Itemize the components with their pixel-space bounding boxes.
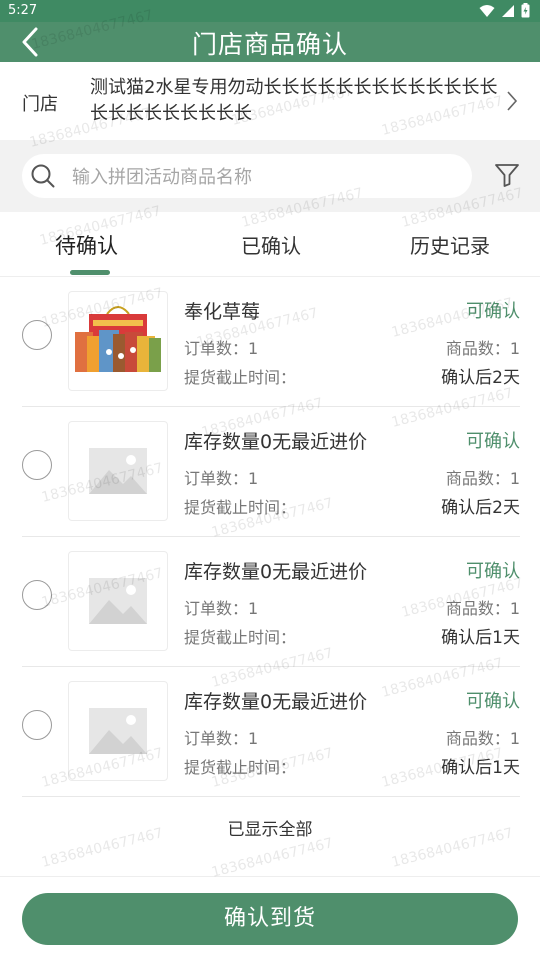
product-photo <box>75 306 161 372</box>
search-icon <box>31 164 55 188</box>
pickup-deadline-value: 确认后1天 <box>441 758 520 778</box>
confirm-status[interactable]: 可确认 <box>466 687 520 713</box>
chevron-right-icon <box>507 91 518 111</box>
status-bar: 5:27 <box>0 0 540 22</box>
bottom-bar: 确认到货 <box>0 876 540 961</box>
order-count: 订单数：1 <box>184 469 259 488</box>
pickup-deadline-label: 提货截止时间： <box>184 368 297 387</box>
list-item[interactable]: 库存数量0无最近进价 可确认 订单数：1 商品数：1 提货截止时间： 确认后1天 <box>22 667 520 797</box>
search-area <box>0 140 540 212</box>
product-name: 库存数量0无最近进价 <box>184 561 368 583</box>
list-item[interactable]: 奉化草莓 可确认 订单数：1 商品数：1 提货截止时间： 确认后2天 <box>22 277 520 407</box>
product-list: 奉化草莓 可确认 订单数：1 商品数：1 提货截止时间： 确认后2天 库存数量0… <box>0 277 540 797</box>
image-placeholder-icon <box>89 708 147 754</box>
status-icons <box>479 3 530 18</box>
tab-pending[interactable]: 待确认 <box>55 230 118 260</box>
goods-count: 商品数：1 <box>445 469 520 488</box>
pickup-deadline-label: 提货截止时间： <box>184 758 297 777</box>
filter-icon[interactable] <box>494 162 520 188</box>
order-count: 订单数：1 <box>184 729 259 748</box>
order-count: 订单数：1 <box>184 599 259 618</box>
tab-active-indicator <box>70 270 110 275</box>
product-image <box>68 551 168 651</box>
select-radio[interactable] <box>22 710 52 740</box>
product-image <box>68 681 168 781</box>
confirm-status[interactable]: 可确认 <box>466 297 520 323</box>
goods-count: 商品数：1 <box>445 599 520 618</box>
store-selector[interactable]: 门店 测试猫2水星专用勿动长长长长长长长长长长长长长长长长长长长长长长 <box>0 62 540 140</box>
confirm-arrival-button[interactable]: 确认到货 <box>22 893 518 945</box>
product-name: 库存数量0无最近进价 <box>184 431 368 453</box>
list-item[interactable]: 库存数量0无最近进价 可确认 订单数：1 商品数：1 提货截止时间： 确认后1天 <box>22 537 520 667</box>
select-radio[interactable] <box>22 580 52 610</box>
goods-count: 商品数：1 <box>445 339 520 358</box>
goods-count: 商品数：1 <box>445 729 520 748</box>
status-time: 5:27 <box>8 3 38 18</box>
search-box <box>22 154 472 198</box>
list-end-text: 已显示全部 <box>227 820 313 840</box>
image-placeholder-icon <box>89 448 147 494</box>
tab-bar: 待确认 已确认 历史记录 <box>0 212 540 277</box>
battery-icon <box>521 3 530 18</box>
pickup-deadline-value: 确认后1天 <box>441 628 520 648</box>
pickup-deadline-label: 提货截止时间： <box>184 628 297 647</box>
confirm-status[interactable]: 可确认 <box>466 557 520 583</box>
pickup-deadline-label: 提货截止时间： <box>184 498 297 517</box>
product-image <box>68 421 168 521</box>
watermark-text: 18368404677467 <box>209 835 335 881</box>
pickup-deadline-value: 确认后2天 <box>441 368 520 388</box>
store-name: 测试猫2水星专用勿动长长长长长长长长长长长长长长长长长长长长长长 <box>90 77 498 124</box>
order-count: 订单数：1 <box>184 339 259 358</box>
image-placeholder-icon <box>89 578 147 624</box>
product-image <box>68 291 168 391</box>
product-name: 库存数量0无最近进价 <box>184 691 368 713</box>
signal-icon <box>502 4 514 17</box>
navbar: 门店商品确认 <box>0 22 540 62</box>
confirm-status[interactable]: 可确认 <box>466 427 520 453</box>
page-title: 门店商品确认 <box>191 30 348 59</box>
pickup-deadline-value: 确认后2天 <box>441 498 520 518</box>
tab-history[interactable]: 历史记录 <box>410 230 490 259</box>
product-name: 奉化草莓 <box>184 301 261 323</box>
wifi-icon <box>479 4 495 17</box>
list-item[interactable]: 库存数量0无最近进价 可确认 订单数：1 商品数：1 提货截止时间： 确认后2天 <box>22 407 520 537</box>
tab-confirmed[interactable]: 已确认 <box>241 230 301 259</box>
store-label: 门店 <box>22 94 58 115</box>
select-radio[interactable] <box>22 320 52 350</box>
search-input[interactable] <box>70 160 454 194</box>
select-radio[interactable] <box>22 450 52 480</box>
